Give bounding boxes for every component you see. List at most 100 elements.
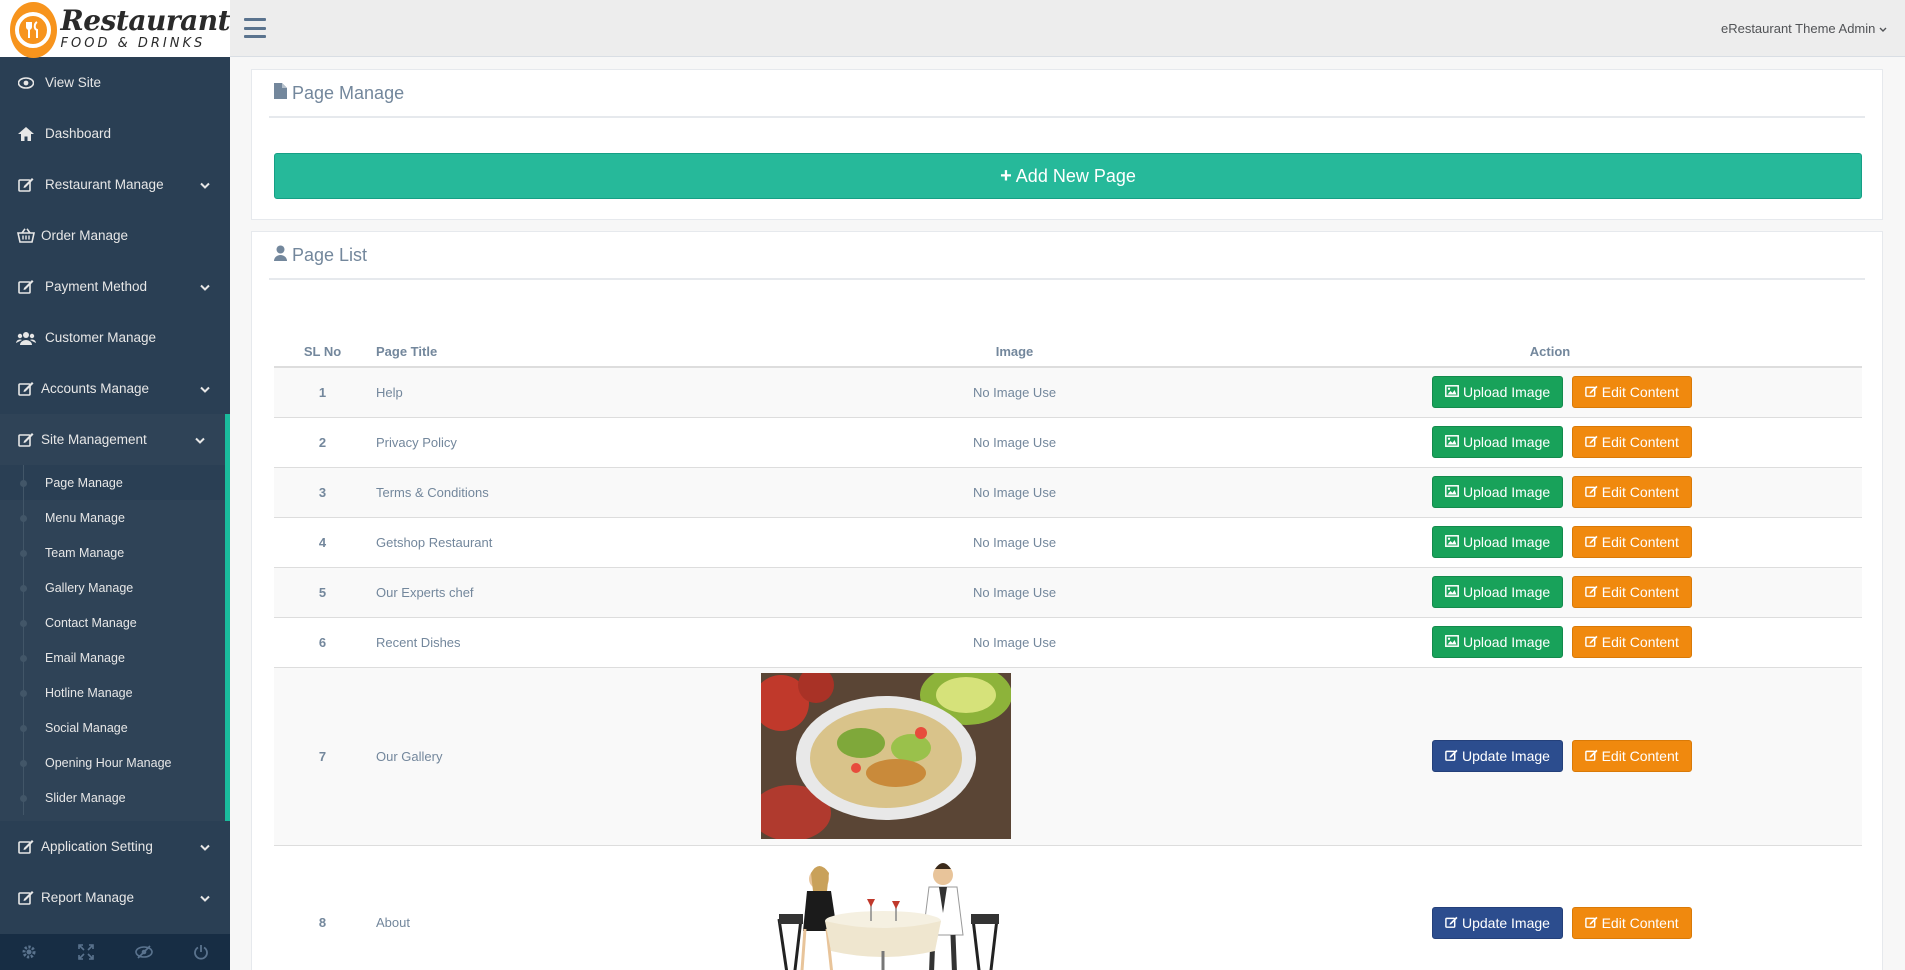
sidebar-subitem-page-manage[interactable]: Page Manage	[0, 465, 225, 500]
edit-icon	[15, 839, 37, 854]
upload-image-button[interactable]: Upload Image	[1432, 526, 1564, 558]
sidebar-item-accounts-manage[interactable]: Accounts Manage	[0, 363, 230, 414]
gallery-food-image	[761, 673, 1011, 839]
menu-toggle-icon[interactable]	[244, 18, 266, 38]
sidebar-item-application-setting[interactable]: Application Setting	[0, 821, 230, 872]
edit-content-button[interactable]: Edit Content	[1571, 476, 1692, 508]
edit-content-button[interactable]: Edit Content	[1571, 426, 1692, 458]
sidebar-item-order-manage[interactable]: Order Manage	[0, 210, 230, 261]
edit-content-button[interactable]: Edit Content	[1571, 906, 1692, 939]
cell-title: Help	[371, 366, 641, 417]
gear-icon[interactable]	[0, 934, 58, 970]
chevron-down-icon	[195, 432, 205, 447]
table-row: 5 Our Experts chef No Image Use Upload I…	[274, 566, 1862, 617]
chevron-down-icon	[200, 890, 210, 905]
page-manage-panel: Page Manage + Add New Page	[251, 69, 1883, 220]
upload-image-button[interactable]: Upload Image	[1432, 426, 1564, 458]
cell-title: Privacy Policy	[371, 416, 641, 467]
sidebar-subitem-contact-manage[interactable]: Contact Manage	[0, 605, 225, 640]
table-row: 3 Terms & Conditions No Image Use Upload…	[274, 466, 1862, 517]
page-list-table: SL No Page Title Image Action 1 Help No …	[274, 337, 1862, 970]
column-header-action: Action	[1388, 337, 1862, 368]
image-icon	[1445, 434, 1463, 450]
sidebar-item-view-site[interactable]: View Site	[0, 57, 230, 108]
cell-action: Update Image Edit Content	[1388, 666, 1862, 845]
table-row: 8 About Update Image Edit Content	[274, 844, 1862, 970]
edit-icon	[1584, 534, 1602, 550]
sidebar-item-label: Order Manage	[41, 228, 129, 243]
cell-sl: 7	[274, 666, 371, 845]
sidebar-footer	[0, 934, 230, 970]
cell-sl: 8	[274, 844, 371, 970]
cell-title: Terms & Conditions	[371, 466, 641, 517]
column-header-title: Page Title	[371, 337, 641, 368]
sidebar-item-label: Site Management	[41, 432, 147, 447]
page-list-panel: Page List SL No Page Title Image Action …	[251, 231, 1883, 970]
table-row: 7 Our Gallery Update Image Edit Content	[274, 666, 1862, 845]
table-row: 4 Getshop Restaurant No Image Use Upload…	[274, 516, 1862, 567]
edit-icon	[15, 177, 37, 192]
home-icon	[15, 126, 37, 141]
edit-icon	[1584, 434, 1602, 450]
sidebar-item-restaurant-manage[interactable]: Restaurant Manage	[0, 159, 230, 210]
image-icon	[1445, 634, 1463, 650]
eye-slash-icon[interactable]	[115, 934, 173, 970]
cell-title: Our Gallery	[371, 666, 641, 845]
sidebar-subitem-hotline-manage[interactable]: Hotline Manage	[0, 675, 225, 710]
sidebar-item-dashboard[interactable]: Dashboard	[0, 108, 230, 159]
upload-image-button[interactable]: Upload Image	[1432, 626, 1564, 658]
edit-content-button[interactable]: Edit Content	[1571, 626, 1692, 658]
sidebar-item-site-management[interactable]: Site Management	[0, 414, 230, 465]
sidebar-subitem-opening-hour-manage[interactable]: Opening Hour Manage	[0, 745, 225, 780]
image-icon	[1445, 534, 1463, 550]
edit-icon	[1584, 584, 1602, 600]
edit-icon	[15, 279, 37, 294]
sidebar-subitem-slider-manage[interactable]: Slider Manage	[0, 780, 225, 815]
page-manage-title-text: Page Manage	[292, 82, 405, 103]
cell-action: Upload Image Edit Content	[1388, 416, 1862, 467]
upload-image-button[interactable]: Upload Image	[1432, 376, 1564, 409]
cell-image	[641, 844, 1388, 970]
upload-image-button[interactable]: Upload Image	[1432, 476, 1564, 508]
sidebar-menu-bottom: Application Setting Report Manage	[0, 821, 230, 923]
cell-action: Upload Image Edit Content	[1388, 366, 1862, 417]
edit-icon	[1584, 915, 1602, 931]
cell-action: Upload Image Edit Content	[1388, 566, 1862, 617]
edit-icon	[1584, 748, 1602, 764]
user-menu[interactable]: eRestaurant Theme Admin	[1721, 21, 1887, 36]
update-image-button[interactable]: Update Image	[1432, 740, 1563, 772]
sidebar-subitem-menu-manage[interactable]: Menu Manage	[0, 500, 225, 535]
chevron-down-icon	[200, 839, 210, 854]
sidebar-subitem-team-manage[interactable]: Team Manage	[0, 535, 225, 570]
file-icon	[274, 82, 292, 104]
sidebar-item-payment-method[interactable]: Payment Method	[0, 261, 230, 312]
brand-logo[interactable]: Restaurant FOOD & DRINKS	[0, 0, 231, 58]
update-image-button[interactable]: Update Image	[1432, 906, 1563, 939]
sidebar: Restaurant FOOD & DRINKS View Site Dashb…	[0, 0, 231, 970]
sidebar-item-customer-manage[interactable]: Customer Manage	[0, 312, 230, 363]
add-new-page-button[interactable]: + Add New Page	[274, 153, 1862, 199]
upload-image-button[interactable]: Upload Image	[1432, 576, 1564, 608]
power-icon[interactable]	[173, 934, 231, 970]
cell-action: Upload Image Edit Content	[1388, 616, 1862, 667]
column-header-sl: SL No	[274, 337, 371, 368]
edit-content-button[interactable]: Edit Content	[1571, 740, 1692, 772]
site-management-submenu: Page Manage Menu Manage Team Manage Gall…	[0, 465, 230, 821]
plus-icon: +	[1000, 164, 1012, 187]
edit-icon	[1584, 634, 1602, 650]
sidebar-subitem-social-manage[interactable]: Social Manage	[0, 710, 225, 745]
table-row: 1 Help No Image Use Upload Image Edit Co…	[274, 366, 1862, 417]
sidebar-item-report-manage[interactable]: Report Manage	[0, 872, 230, 923]
basket-icon	[15, 228, 37, 243]
page-list-title-text: Page List	[292, 244, 368, 265]
edit-content-button[interactable]: Edit Content	[1571, 526, 1692, 558]
fullscreen-icon[interactable]	[58, 934, 116, 970]
edit-content-button[interactable]: Edit Content	[1571, 576, 1692, 608]
chevron-down-icon	[1879, 21, 1887, 36]
sidebar-item-label: Accounts Manage	[41, 381, 150, 396]
edit-content-button[interactable]: Edit Content	[1571, 376, 1692, 409]
user-icon	[274, 245, 292, 266]
sidebar-subitem-email-manage[interactable]: Email Manage	[0, 640, 225, 675]
sidebar-subitem-gallery-manage[interactable]: Gallery Manage	[0, 570, 225, 605]
brand-title: Restaurant	[60, 4, 231, 37]
